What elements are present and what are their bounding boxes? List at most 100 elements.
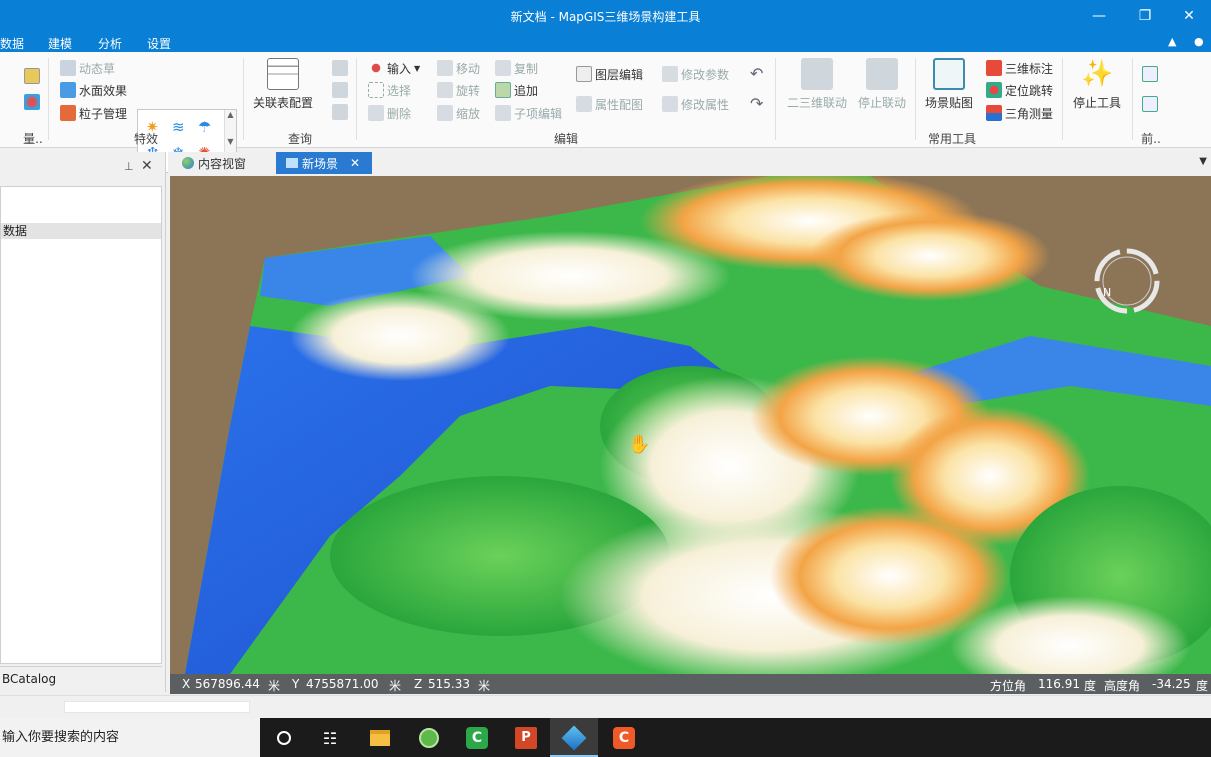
stop-link-label: 停止联动 xyxy=(857,96,906,110)
stop-tool-button[interactable]: ✨ 停止工具 xyxy=(1068,58,1126,111)
redo-icon[interactable]: ↷ xyxy=(750,94,763,113)
camtasia-green-icon[interactable]: C xyxy=(463,724,491,752)
panel-close-icon[interactable]: ✕ xyxy=(141,158,153,174)
group-effects-label: 特效 xyxy=(133,132,158,146)
particle-manager-button[interactable]: 粒子管理 xyxy=(60,103,127,123)
append-label: 追加 xyxy=(514,83,539,98)
tab-new-scene[interactable]: 新场景 ✕ xyxy=(276,152,372,174)
rain-effect-icon[interactable]: ☂ xyxy=(198,118,211,136)
label-3d-button[interactable]: 三维标注 xyxy=(986,58,1053,78)
modify-params-button[interactable]: 修改参数 xyxy=(662,64,729,84)
menu-data[interactable]: 数据 xyxy=(0,35,24,52)
minimize-button[interactable]: — xyxy=(1077,4,1121,28)
copy-label: 复制 xyxy=(514,61,539,76)
triangle-measure-button[interactable]: 三角测量 xyxy=(986,103,1053,123)
restore-button[interactable]: ❐ xyxy=(1123,4,1167,28)
subitem-edit-icon xyxy=(495,105,511,121)
relation-config-label: 关联表配置 xyxy=(252,96,313,110)
collapse-ribbon-icon[interactable]: ▲ xyxy=(1168,35,1176,48)
water-effect-button[interactable]: 水面效果 xyxy=(60,80,127,100)
attr-map-button[interactable]: 属性配图 xyxy=(576,94,643,114)
task-view-icon[interactable]: ☷ xyxy=(316,724,344,752)
cube-icon-1[interactable] xyxy=(332,60,348,76)
water-icon xyxy=(60,82,76,98)
tree-node-data[interactable]: 数据 xyxy=(1,223,161,239)
locate-jump-button[interactable]: 定位跳转 xyxy=(986,80,1053,100)
data-view-icon[interactable] xyxy=(24,68,40,84)
delete-button[interactable]: 删除 xyxy=(368,103,411,123)
attr-map-label: 属性配图 xyxy=(595,97,644,112)
export-icon-1[interactable] xyxy=(1142,66,1158,82)
rotate-icon xyxy=(437,82,453,98)
catalog-tab[interactable]: BCatalog xyxy=(0,666,162,690)
scene-tab-icon xyxy=(286,158,298,168)
compass-icon[interactable]: N xyxy=(1092,246,1162,316)
y-label: Y xyxy=(292,677,300,691)
subitem-edit-button[interactable]: 子项编辑 xyxy=(495,103,562,123)
select-button[interactable]: 选择 xyxy=(368,80,411,100)
mapgis-app-icon[interactable] xyxy=(550,718,598,757)
catalog-panel: ⊥ ✕ 数据 BCatalog xyxy=(0,152,166,692)
scene-viewport[interactable]: N ✋ xyxy=(170,176,1211,674)
scale-icon xyxy=(437,105,453,121)
input-button[interactable]: 输入 ▼ xyxy=(368,58,420,78)
globe-icon[interactable]: ● xyxy=(1194,35,1204,48)
cube-icon-2[interactable] xyxy=(332,82,348,98)
copy-button[interactable]: 复制 xyxy=(495,58,538,78)
y-unit: 米 xyxy=(389,679,402,693)
coordinate-status-bar: X 567896.44 米 Y 4755871.00 米 Z 515.33 米 … xyxy=(170,674,1211,694)
menu-modeling[interactable]: 建模 xyxy=(48,35,72,52)
tab-content-view[interactable]: 内容视窗 xyxy=(172,152,276,174)
data-tool-icon[interactable] xyxy=(24,94,40,110)
browser-icon[interactable] xyxy=(415,724,443,752)
scrollbar-thumb[interactable] xyxy=(64,701,250,713)
cube-icon-3[interactable] xyxy=(332,104,348,120)
modify-attr-icon xyxy=(662,96,678,112)
scene-map-button[interactable]: 场景贴图 xyxy=(920,58,978,111)
modify-params-icon xyxy=(662,66,678,82)
subitem-edit-label: 子项编辑 xyxy=(514,106,563,121)
dynamic-grass-button[interactable]: 动态草 xyxy=(60,58,115,78)
cortana-icon[interactable] xyxy=(270,724,298,752)
move-button[interactable]: 移动 xyxy=(437,58,480,78)
menu-bar: 数据 建模 分析 设置 ▲ ● xyxy=(0,32,1211,52)
append-button[interactable]: 追加 xyxy=(495,80,538,100)
file-explorer-icon[interactable] xyxy=(366,724,394,752)
table-config-icon xyxy=(267,58,299,90)
wind-effect-icon[interactable]: ≋ xyxy=(172,118,185,136)
z-label: Z xyxy=(414,677,423,691)
powerpoint-icon[interactable]: P xyxy=(512,724,540,752)
ribbon: 量.. 动态草 水面效果 粒子管理 ✷ ≋ ☂ ♆ ❄ ✺ ▲▼ 特效 关联表配… xyxy=(0,52,1211,173)
group-edit-label: 编辑 xyxy=(553,132,578,146)
camtasia-orange-icon[interactable]: C xyxy=(610,724,638,752)
scale-button[interactable]: 缩放 xyxy=(437,103,480,123)
stop-link-button[interactable]: 停止联动 xyxy=(852,58,912,111)
tabs-dropdown-icon[interactable]: ▼ xyxy=(1199,156,1207,167)
locate-jump-label: 定位跳转 xyxy=(1005,83,1054,98)
select-label: 选择 xyxy=(387,83,412,98)
azimuth-label: 方位角 xyxy=(990,679,1027,693)
relation-config-button[interactable]: 关联表配置 xyxy=(250,58,316,111)
export-icon-2[interactable] xyxy=(1142,96,1158,112)
triangle-measure-label: 三角测量 xyxy=(1005,106,1054,121)
link-2d3d-button[interactable]: 二三维联动 xyxy=(782,58,852,111)
grass-icon xyxy=(60,60,76,76)
undo-icon[interactable]: ↶ xyxy=(750,64,763,83)
layer-edit-button[interactable]: 图层编辑 xyxy=(576,64,643,84)
horizontal-scrollbar[interactable] xyxy=(0,695,1211,717)
menu-settings[interactable]: 设置 xyxy=(147,35,171,52)
close-button[interactable]: ✕ xyxy=(1167,4,1211,28)
menu-analysis[interactable]: 分析 xyxy=(98,35,122,52)
pin-icon[interactable]: ⊥ xyxy=(124,160,134,173)
rotate-button[interactable]: 旋转 xyxy=(437,80,480,100)
globe-tab-icon xyxy=(182,157,194,169)
catalog-tree[interactable]: 数据 xyxy=(0,186,162,664)
svg-text:N: N xyxy=(1103,286,1111,299)
modify-attr-button[interactable]: 修改属性 xyxy=(662,94,729,114)
azimuth-unit: 度 xyxy=(1084,679,1097,693)
particle-icon xyxy=(60,105,76,121)
modify-attr-label: 修改属性 xyxy=(681,97,730,112)
terrain-view[interactable] xyxy=(170,176,1211,674)
tab-close-icon[interactable]: ✕ xyxy=(350,156,360,170)
taskbar-search-input[interactable]: 输入你要搜索的内容 xyxy=(0,718,260,757)
